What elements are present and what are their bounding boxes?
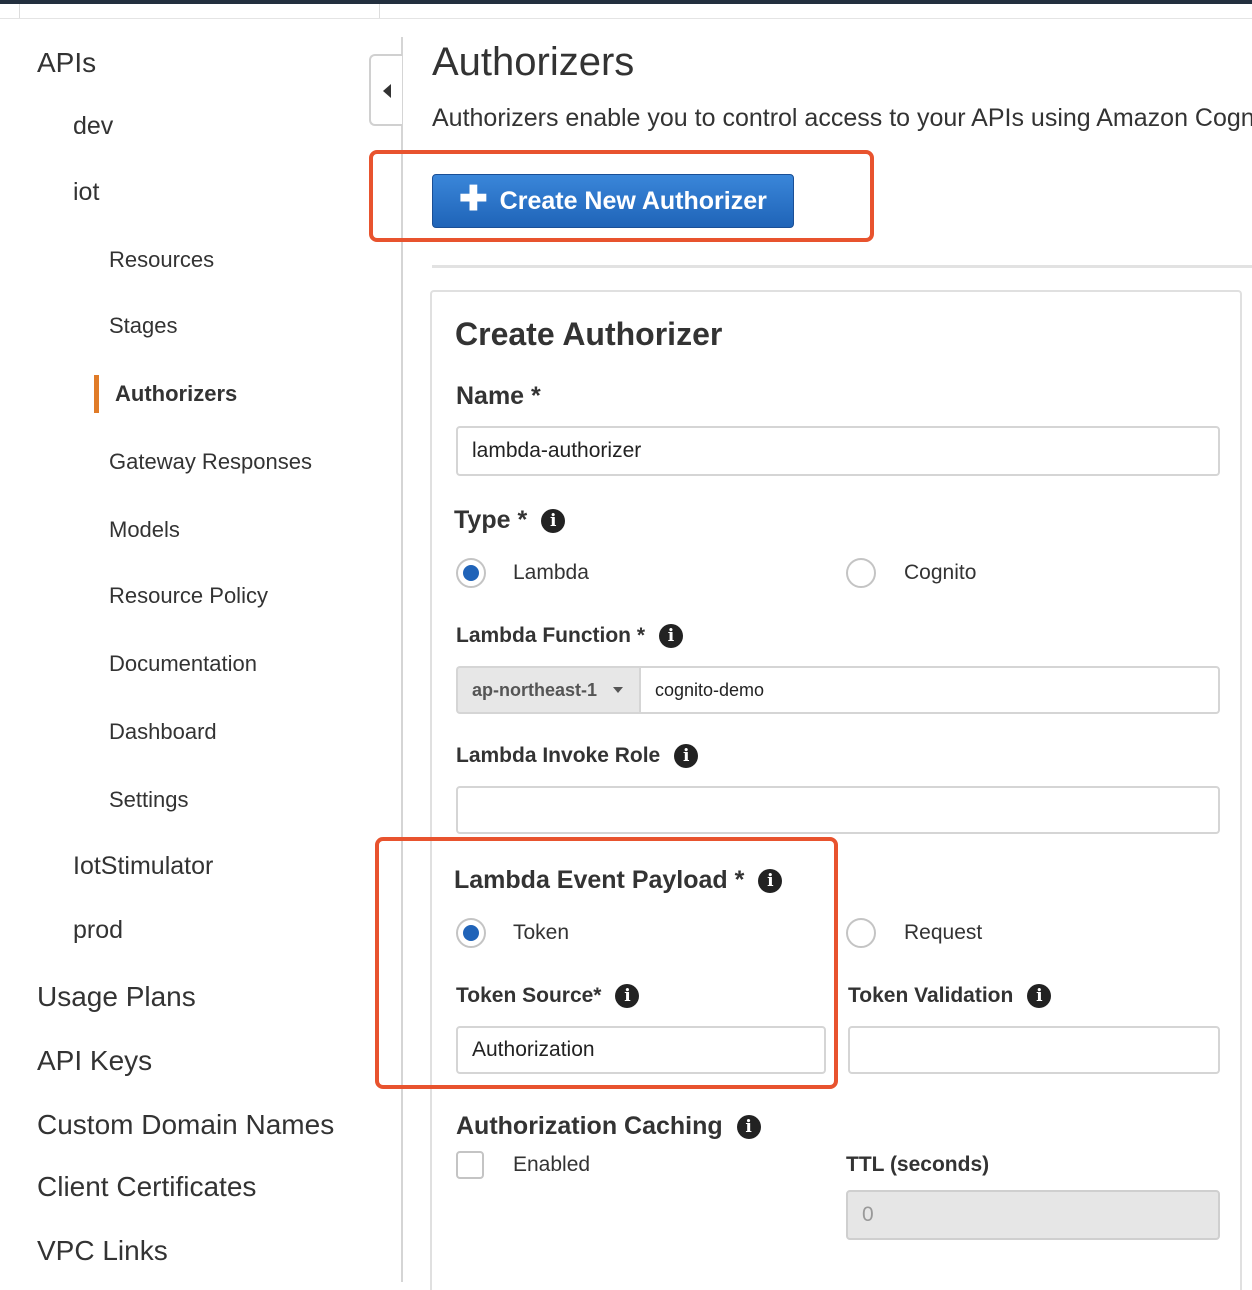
sidebar-collapse-button[interactable] [369, 54, 402, 126]
lambda-invoke-role-input[interactable] [456, 786, 1220, 834]
sidebar-item-apis[interactable]: APIs [37, 47, 96, 79]
sidebar-item-models[interactable]: Models [109, 517, 180, 543]
token-source-label-text: Token Source* [456, 984, 602, 1007]
sidebar-item-authorizers[interactable]: Authorizers [115, 381, 237, 407]
region-value: ap-northeast-1 [472, 679, 598, 700]
form-title: Create Authorizer [455, 316, 723, 352]
token-validation-label: Token Validation i [848, 984, 1052, 1008]
info-icon[interactable]: i [674, 744, 699, 768]
caching-enabled-label: Enabled [513, 1153, 591, 1176]
token-validation-input[interactable] [848, 1026, 1220, 1074]
lambda-event-payload-label: Lambda Event Payload * i [454, 866, 783, 895]
info-icon[interactable]: i [758, 868, 783, 893]
plus-icon: ✚ [459, 180, 488, 218]
sidebar-item-usage-plans[interactable]: Usage Plans [37, 981, 196, 1013]
lambda-event-payload-label-text: Lambda Event Payload * [454, 866, 745, 894]
sidebar-item-vpc-links[interactable]: VPC Links [37, 1235, 168, 1267]
ttl-input[interactable]: 0 [846, 1190, 1220, 1240]
type-radio-cognito[interactable] [846, 558, 876, 588]
sidebar-item-prod[interactable]: prod [73, 916, 123, 945]
payload-radio-request[interactable] [846, 918, 876, 948]
caret-left-icon [383, 84, 391, 98]
name-input[interactable]: lambda-authorizer [456, 426, 1220, 476]
lambda-invoke-role-label: Lambda Invoke Role i [456, 744, 699, 768]
create-new-authorizer-button[interactable]: ✚ Create New Authorizer [432, 174, 794, 228]
create-new-authorizer-label: Create New Authorizer [499, 186, 767, 215]
sidebar-item-client-certificates[interactable]: Client Certificates [37, 1171, 256, 1203]
active-nav-indicator [94, 375, 99, 413]
info-icon[interactable]: i [736, 1114, 761, 1139]
type-lambda-label: Lambda [513, 561, 589, 584]
type-radio-lambda[interactable] [456, 558, 486, 588]
tab-strip [0, 4, 1252, 19]
lambda-function-label-text: Lambda Function * [456, 624, 645, 647]
sidebar-item-api-keys[interactable]: API Keys [37, 1045, 152, 1077]
sidebar-item-settings[interactable]: Settings [109, 787, 189, 813]
sidebar-item-documentation[interactable]: Documentation [109, 651, 257, 677]
sidebar-item-custom-domain-names[interactable]: Custom Domain Names [37, 1109, 334, 1141]
tab-divider [379, 4, 380, 18]
page-description: Authorizers enable you to control access… [432, 104, 1252, 132]
payload-request-label: Request [904, 921, 983, 944]
info-icon[interactable]: i [659, 624, 683, 648]
lambda-function-label: Lambda Function * i [456, 624, 683, 648]
sidebar-item-resources[interactable]: Resources [109, 247, 214, 273]
sidebar-item-dashboard[interactable]: Dashboard [109, 719, 217, 745]
caching-enabled-checkbox[interactable] [456, 1151, 484, 1179]
name-label-text: Name * [456, 382, 541, 410]
lambda-invoke-role-label-text: Lambda Invoke Role [456, 744, 661, 767]
sidebar-item-dev[interactable]: dev [73, 112, 113, 141]
ttl-label-text: TTL (seconds) [846, 1153, 990, 1176]
sidebar-item-iot[interactable]: iot [73, 178, 99, 207]
authorization-caching-label-text: Authorization Caching [456, 1112, 723, 1140]
type-cognito-label: Cognito [904, 561, 977, 584]
sidebar-item-stages[interactable]: Stages [109, 313, 178, 339]
lambda-function-input[interactable]: cognito-demo [639, 666, 1220, 714]
region-dropdown[interactable]: ap-northeast-1 [456, 666, 639, 714]
token-source-label: Token Source* i [456, 984, 640, 1008]
payload-token-label: Token [513, 921, 570, 944]
sidebar-item-gateway-responses[interactable]: Gateway Responses [109, 449, 312, 475]
tab-divider [19, 4, 20, 18]
sidebar-item-iotstimulator[interactable]: IotStimulator [73, 852, 213, 881]
page-title: Authorizers [432, 40, 635, 84]
payload-radio-token[interactable] [456, 918, 486, 948]
token-validation-label-text: Token Validation [848, 984, 1014, 1007]
ttl-label: TTL (seconds) [846, 1153, 989, 1177]
info-icon[interactable]: i [1027, 984, 1052, 1008]
sidebar-item-resource-policy[interactable]: Resource Policy [109, 583, 268, 609]
authorization-caching-label: Authorization Caching i [456, 1112, 761, 1141]
info-icon[interactable]: i [615, 984, 640, 1008]
sidebar-divider [401, 37, 403, 1282]
type-label: Type * i [454, 506, 566, 535]
name-label: Name * [456, 382, 541, 411]
info-icon[interactable]: i [541, 508, 566, 533]
section-divider [432, 265, 1252, 268]
chevron-down-icon [613, 687, 624, 693]
type-label-text: Type * [454, 506, 528, 534]
token-source-input[interactable]: Authorization [456, 1026, 826, 1074]
